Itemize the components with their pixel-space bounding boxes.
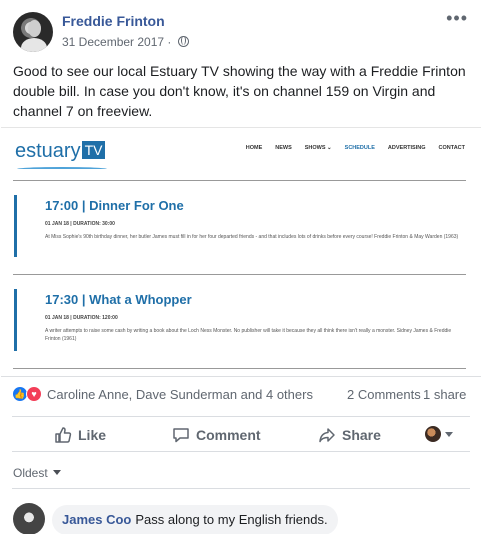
divider	[13, 368, 466, 369]
share-icon	[319, 428, 335, 443]
nav-contact: CONTACT	[438, 145, 465, 151]
post-meta: 31 December 2017 ·	[62, 35, 189, 49]
sort-label: Oldest	[13, 466, 48, 480]
nav-schedule: SCHEDULE	[344, 145, 375, 151]
commenter-avatar[interactable]	[13, 503, 45, 534]
divider	[13, 180, 466, 181]
shares-count[interactable]: 1 share	[423, 387, 466, 402]
share-label: Share	[342, 427, 381, 443]
comment-label: Comment	[196, 427, 261, 443]
comments-count[interactable]: 2 Comments	[347, 387, 421, 402]
nav-advertising: ADVERTISING	[387, 145, 426, 151]
share-button[interactable]: Share	[318, 426, 381, 444]
meta-separator: ·	[167, 35, 172, 49]
embedded-image[interactable]: estuary TV HOME NEWS SHOWS ⌄ SCHEDULE ADV…	[1, 127, 481, 377]
viewer-avatar	[425, 426, 441, 442]
comment-icon	[173, 428, 189, 443]
reactions-bar: 👍 ♥ Caroline Anne, Dave Sunderman and 4 …	[0, 381, 482, 409]
post-header: Freddie Frinton 31 December 2017 · •••	[0, 0, 482, 58]
comment-text: Pass along to my English friends.	[135, 512, 328, 527]
post-text: Good to see our local Estuary TV showing…	[13, 63, 466, 119]
author-avatar[interactable]	[13, 12, 53, 52]
programme-description: At Miss Sophie's 90th birthday dinner, h…	[45, 234, 459, 240]
logo-wave	[17, 167, 107, 171]
programme-when: 01 JAN 18 | DURATION: 30:00	[45, 221, 115, 227]
post-date[interactable]: 31 December 2017	[62, 35, 164, 49]
commenter-name[interactable]: James Coo	[62, 512, 131, 527]
globe-icon[interactable]	[177, 36, 189, 47]
like-button[interactable]: Like	[54, 426, 106, 444]
comment-button[interactable]: Comment	[172, 426, 261, 444]
author-name[interactable]: Freddie Frinton	[62, 13, 165, 29]
caret-down-icon	[52, 470, 61, 475]
more-icon[interactable]: •••	[446, 9, 468, 27]
nav-shows: SHOWS ⌄	[304, 145, 332, 151]
programme-bar	[14, 289, 17, 351]
logo-tv: TV	[81, 141, 106, 159]
caret-down-icon	[445, 431, 453, 437]
comment-bubble: James Coo Pass along to my English friend…	[52, 505, 338, 534]
reaction-names[interactable]: Caroline Anne, Dave Sunderman and 4 othe…	[47, 387, 313, 402]
estuary-tv-logo: estuary TV	[15, 140, 107, 169]
programme-when: 01 JAN 18 | DURATION: 120:00	[45, 315, 118, 321]
like-label: Like	[78, 427, 107, 443]
comment-sort-dropdown[interactable]: Oldest	[13, 466, 61, 480]
divider	[12, 488, 470, 489]
action-bar: Like Comment Share	[12, 416, 470, 452]
site-nav: HOME NEWS SHOWS ⌄ SCHEDULE ADVERTISING C…	[246, 145, 465, 151]
thumbs-up-icon	[55, 427, 72, 443]
programme-title: 17:00 | Dinner For One	[45, 198, 184, 213]
programme-bar	[14, 195, 17, 257]
nav-home: HOME	[245, 145, 263, 151]
logo-text: estuary	[15, 140, 81, 162]
love-reaction-icon[interactable]: ♥	[26, 386, 42, 402]
post-as-selector[interactable]	[425, 426, 453, 442]
divider	[13, 274, 466, 275]
nav-news: NEWS	[275, 145, 292, 151]
programme-description: A writer attempts to raise some cash by …	[45, 328, 452, 342]
programme-title: 17:30 | What a Whopper	[45, 292, 192, 307]
